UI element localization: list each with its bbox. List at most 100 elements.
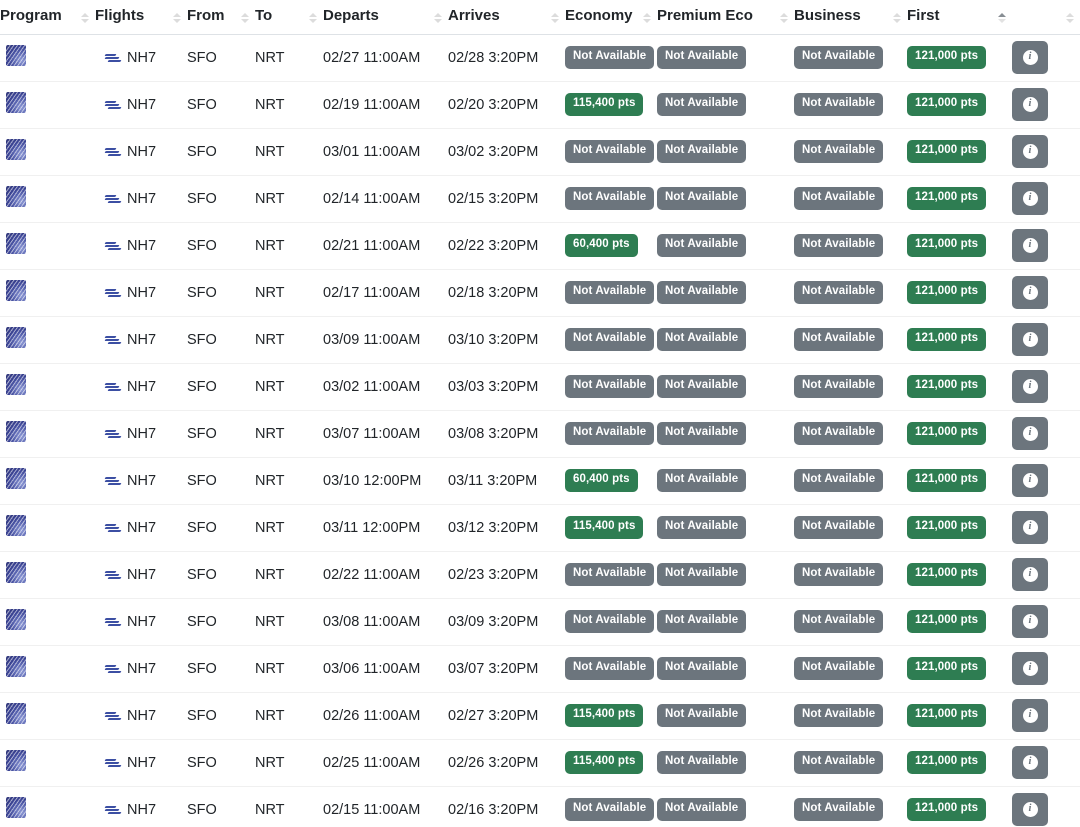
table-row[interactable]: NH7 SFO NRT 02/15 11:00AM 02/16 3:20PM Not Av… bbox=[0, 786, 1080, 827]
sort-toggle-arrives[interactable] bbox=[551, 12, 559, 23]
sort-toggle-info[interactable] bbox=[1066, 12, 1074, 23]
award-price-badge-first: 121,000 pts bbox=[907, 422, 987, 445]
not-available-badge-business: Not Available bbox=[794, 140, 884, 163]
info-icon: i bbox=[1022, 520, 1038, 535]
table-row[interactable]: NH7 SFO NRT 03/06 11:00AM 03/07 3:20PM Not Av… bbox=[0, 645, 1080, 693]
flight-details-info-button[interactable]: i bbox=[1012, 464, 1048, 497]
flight-details-info-button[interactable]: i bbox=[1012, 605, 1048, 638]
departure-datetime: 02/19 11:00AM bbox=[323, 96, 421, 113]
table-row[interactable]: NH7 SFO NRT 02/22 11:00AM 02/23 3:20PM Not Av… bbox=[0, 551, 1080, 599]
sort-toggle-first[interactable] bbox=[998, 12, 1006, 23]
not-available-badge-business: Not Available bbox=[794, 751, 884, 774]
table-row[interactable]: NH7 SFO NRT 03/02 11:00AM 03/03 3:20PM Not Av… bbox=[0, 363, 1080, 411]
cell-first: 121,000 pts bbox=[907, 81, 1012, 129]
sort-toggle-flights[interactable] bbox=[173, 12, 181, 23]
table-row[interactable]: NH7 SFO NRT 02/19 11:00AM 02/20 3:20PM 115,40… bbox=[0, 81, 1080, 129]
column-header-program[interactable]: Program bbox=[0, 0, 95, 35]
flight-details-info-button[interactable]: i bbox=[1012, 793, 1048, 826]
cell-premium: Not Available bbox=[657, 410, 794, 458]
sort-toggle-to[interactable] bbox=[309, 12, 317, 23]
flight-details-info-button[interactable]: i bbox=[1012, 88, 1048, 121]
flight-details-info-button[interactable]: i bbox=[1012, 417, 1048, 450]
table-row[interactable]: NH7 SFO NRT 03/11 12:00PM 03/12 3:20PM 115,40… bbox=[0, 504, 1080, 552]
info-icon: i bbox=[1022, 802, 1038, 817]
ana-program-logo-icon bbox=[6, 186, 26, 207]
column-header-economy[interactable]: Economy bbox=[565, 0, 657, 35]
flight-details-info-button[interactable]: i bbox=[1012, 135, 1048, 168]
column-header-first[interactable]: First bbox=[907, 0, 1012, 35]
flight-number: NH7 bbox=[127, 49, 157, 66]
cell-to: NRT bbox=[255, 316, 323, 364]
table-row[interactable]: NH7 SFO NRT 03/10 12:00PM 03/11 3:20PM 60,400… bbox=[0, 457, 1080, 505]
flight-number: NH7 bbox=[127, 284, 157, 301]
award-price-badge-first: 121,000 pts bbox=[907, 469, 987, 492]
table-row[interactable]: NH7 SFO NRT 02/26 11:00AM 02/27 3:20PM 115,40… bbox=[0, 692, 1080, 740]
origin-airport: SFO bbox=[187, 237, 217, 254]
info-icon: i bbox=[1022, 614, 1038, 629]
award-price-badge-economy: 115,400 pts bbox=[565, 93, 644, 116]
cell-flights: NH7 bbox=[95, 81, 187, 129]
flight-details-info-button[interactable]: i bbox=[1012, 652, 1048, 685]
sort-toggle-economy[interactable] bbox=[643, 12, 651, 23]
column-header-from[interactable]: From bbox=[187, 0, 255, 35]
ana-airline-logo-icon bbox=[104, 570, 122, 579]
flight-details-info-button[interactable]: i bbox=[1012, 276, 1048, 309]
cell-premium: Not Available bbox=[657, 645, 794, 693]
flight-details-info-button[interactable]: i bbox=[1012, 370, 1048, 403]
table-row[interactable]: NH7 SFO NRT 03/07 11:00AM 03/08 3:20PM Not Av… bbox=[0, 410, 1080, 458]
column-header-to[interactable]: To bbox=[255, 0, 323, 35]
cell-info: i bbox=[1012, 128, 1080, 176]
sort-toggle-from[interactable] bbox=[241, 12, 249, 23]
column-header-flights[interactable]: Flights bbox=[95, 0, 187, 35]
cell-economy: Not Available bbox=[565, 410, 657, 458]
sort-toggle-business[interactable] bbox=[893, 12, 901, 23]
ana-airline-logo-icon bbox=[104, 335, 122, 344]
flight-number: NH7 bbox=[127, 519, 157, 536]
info-icon: i bbox=[1022, 379, 1038, 394]
cell-business: Not Available bbox=[794, 598, 907, 646]
flight-details-info-button[interactable]: i bbox=[1012, 746, 1048, 779]
ana-program-logo-icon bbox=[6, 468, 26, 489]
table-row[interactable]: NH7 SFO NRT 02/21 11:00AM 02/22 3:20PM 60,400… bbox=[0, 222, 1080, 270]
cell-premium: Not Available bbox=[657, 34, 794, 82]
column-header-arrives[interactable]: Arrives bbox=[448, 0, 565, 35]
cell-flights: NH7 bbox=[95, 222, 187, 270]
cell-from: SFO bbox=[187, 457, 255, 505]
flight-details-info-button[interactable]: i bbox=[1012, 323, 1048, 356]
sort-toggle-departs[interactable] bbox=[434, 12, 442, 23]
table-row[interactable]: NH7 SFO NRT 02/14 11:00AM 02/15 3:20PM Not Av… bbox=[0, 175, 1080, 223]
table-row[interactable]: NH7 SFO NRT 03/09 11:00AM 03/10 3:20PM Not Av… bbox=[0, 316, 1080, 364]
table-row[interactable]: NH7 SFO NRT 02/27 11:00AM 02/28 3:20PM Not Av… bbox=[0, 34, 1080, 82]
column-header-info[interactable] bbox=[1012, 0, 1080, 35]
ana-program-logo-icon bbox=[6, 703, 26, 724]
not-available-badge-premium: Not Available bbox=[657, 798, 747, 821]
cell-arrives: 03/08 3:20PM bbox=[448, 410, 565, 458]
flight-details-info-button[interactable]: i bbox=[1012, 41, 1048, 74]
ana-program-logo-icon bbox=[6, 233, 26, 254]
column-header-business[interactable]: Business bbox=[794, 0, 907, 35]
not-available-badge-premium: Not Available bbox=[657, 375, 747, 398]
table-row[interactable]: NH7 SFO NRT 02/25 11:00AM 02/26 3:20PM 115,40… bbox=[0, 739, 1080, 787]
flight-number: NH7 bbox=[127, 566, 157, 583]
column-header-departs[interactable]: Departs bbox=[323, 0, 448, 35]
award-price-badge-economy: 115,400 pts bbox=[565, 704, 644, 727]
cell-economy: 60,400 pts bbox=[565, 457, 657, 505]
flight-number: NH7 bbox=[127, 660, 157, 677]
column-header-premium-eco[interactable]: Premium Eco bbox=[657, 0, 794, 35]
destination-airport: NRT bbox=[255, 49, 285, 66]
not-available-badge-premium: Not Available bbox=[657, 610, 747, 633]
table-row[interactable]: NH7 SFO NRT 02/17 11:00AM 02/18 3:20PM Not Av… bbox=[0, 269, 1080, 317]
flight-details-info-button[interactable]: i bbox=[1012, 229, 1048, 262]
flight-details-info-button[interactable]: i bbox=[1012, 699, 1048, 732]
cell-business: Not Available bbox=[794, 645, 907, 693]
flight-details-info-button[interactable]: i bbox=[1012, 511, 1048, 544]
table-row[interactable]: NH7 SFO NRT 03/01 11:00AM 03/02 3:20PM Not Av… bbox=[0, 128, 1080, 176]
flight-details-info-button[interactable]: i bbox=[1012, 182, 1048, 215]
not-available-badge-business: Not Available bbox=[794, 469, 884, 492]
sort-toggle-program[interactable] bbox=[81, 12, 89, 23]
cell-flights: NH7 bbox=[95, 598, 187, 646]
flight-details-info-button[interactable]: i bbox=[1012, 558, 1048, 591]
cell-economy: Not Available bbox=[565, 645, 657, 693]
sort-toggle-premium-eco[interactable] bbox=[780, 12, 788, 23]
table-row[interactable]: NH7 SFO NRT 03/08 11:00AM 03/09 3:20PM Not Av… bbox=[0, 598, 1080, 646]
